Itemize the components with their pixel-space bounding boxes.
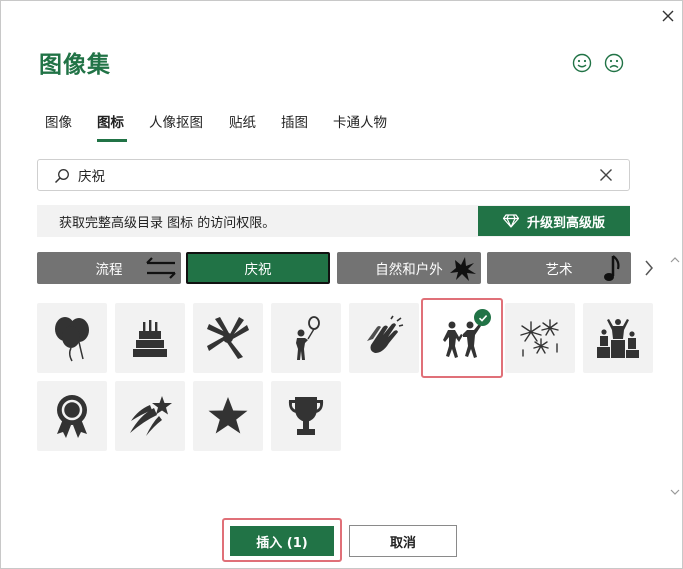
icon-tile-award-ribbon[interactable] bbox=[37, 381, 107, 451]
icon-tile-star[interactable] bbox=[193, 381, 263, 451]
category-label: 流程 bbox=[95, 262, 123, 278]
clapping-hands-icon bbox=[367, 315, 404, 353]
icon-tile-person-with-balloon[interactable] bbox=[271, 303, 341, 373]
tab-cartoon-people[interactable]: 卡通人物 bbox=[333, 111, 387, 131]
arrows-icon bbox=[146, 257, 176, 279]
music-note-icon bbox=[604, 255, 620, 281]
frown-icon bbox=[604, 53, 624, 73]
close-icon bbox=[662, 10, 674, 22]
upgrade-button[interactable]: 升级到高级版 bbox=[478, 206, 630, 236]
birthday-cake-icon bbox=[133, 320, 167, 357]
tab-illustrations[interactable]: 插图 bbox=[281, 111, 308, 131]
close-button[interactable] bbox=[658, 6, 678, 26]
icon-tile-shooting-star[interactable] bbox=[115, 381, 185, 451]
search-input[interactable] bbox=[78, 164, 578, 186]
diamond-icon bbox=[502, 214, 519, 228]
fireworks-icon bbox=[520, 319, 559, 357]
category-strip: 流程 庆祝 自然和户外 艺术 bbox=[37, 252, 637, 284]
scroll-up-icon[interactable] bbox=[669, 255, 681, 265]
category-art[interactable]: 艺术 bbox=[487, 252, 631, 284]
active-tab-indicator bbox=[97, 139, 127, 142]
clear-icon[interactable] bbox=[597, 166, 615, 184]
tab-icons[interactable]: 图标 bbox=[97, 111, 124, 131]
category-celebration[interactable]: 庆祝 bbox=[186, 252, 330, 284]
category-nature-outdoors[interactable]: 自然和户外 bbox=[337, 252, 481, 284]
feedback-sad-button[interactable] bbox=[604, 53, 624, 73]
dialog-title: 图像集 bbox=[39, 52, 111, 78]
icon-tile-team-hands[interactable] bbox=[193, 303, 263, 373]
premium-banner-text: 获取完整高级目录 图标 的访问权限。 bbox=[59, 216, 276, 231]
cancel-button[interactable]: 取消 bbox=[349, 525, 457, 557]
icon-tile-trophy[interactable] bbox=[271, 381, 341, 451]
search-box bbox=[37, 159, 630, 191]
shooting-star-icon bbox=[130, 396, 172, 436]
tab-images[interactable]: 图像 bbox=[45, 111, 72, 131]
insert-button[interactable]: 插入 (1) bbox=[230, 526, 334, 556]
upgrade-label: 升级到高级版 bbox=[526, 215, 605, 231]
award-ribbon-icon bbox=[57, 395, 87, 438]
icon-tile-balloons[interactable] bbox=[37, 303, 107, 373]
category-label: 自然和户外 bbox=[375, 262, 443, 278]
tab-cutout-people[interactable]: 人像抠图 bbox=[149, 111, 203, 131]
icon-tile-fireworks[interactable] bbox=[505, 303, 575, 373]
podium-icon bbox=[597, 319, 639, 358]
selected-check-badge bbox=[474, 309, 491, 326]
category-label: 庆祝 bbox=[244, 262, 272, 278]
checkmark-icon bbox=[478, 314, 487, 322]
trophy-icon bbox=[288, 397, 324, 435]
category-flow[interactable]: 流程 bbox=[37, 252, 181, 284]
person-with-balloon-icon bbox=[296, 316, 320, 360]
icon-tile-birthday-cake[interactable] bbox=[115, 303, 185, 373]
scroll-down-icon[interactable] bbox=[669, 487, 681, 497]
tab-stickers[interactable]: 贴纸 bbox=[229, 111, 256, 131]
smile-icon bbox=[572, 53, 592, 73]
category-label: 艺术 bbox=[545, 262, 573, 278]
splat-icon bbox=[450, 257, 476, 281]
search-icon bbox=[54, 169, 69, 184]
selected-icon-outline bbox=[421, 298, 503, 378]
team-hands-icon bbox=[207, 317, 249, 359]
balloons-icon bbox=[55, 317, 89, 362]
feedback-happy-button[interactable] bbox=[572, 53, 592, 73]
star-icon bbox=[208, 397, 248, 434]
chevron-right-icon[interactable] bbox=[640, 257, 658, 279]
icon-tile-clapping-hands[interactable] bbox=[349, 303, 419, 373]
icon-gallery-dialog: 图像集 图像 图标 人像抠图 贴纸 插图 卡通人物 获取完整高级目录 图标 的访… bbox=[0, 0, 683, 569]
icon-tile-podium[interactable] bbox=[583, 303, 653, 373]
